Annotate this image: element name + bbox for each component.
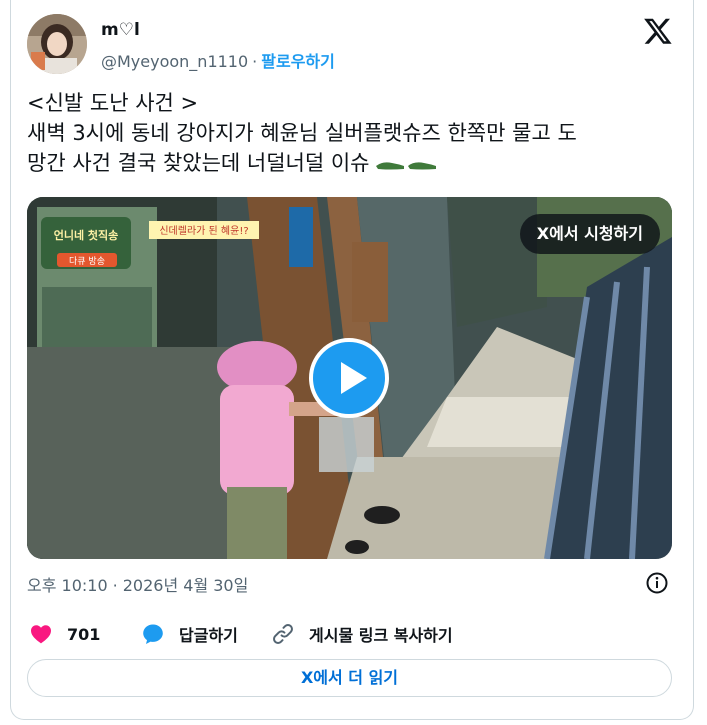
separator: · [112, 576, 118, 595]
author-name[interactable]: m♡l [101, 20, 140, 40]
action-bar: 701 답글하기 게시물 링크 복사하기 [27, 620, 677, 648]
video-player[interactable]: 언니네 첫직송 다큐 방송 신데렐라가 된 혜윤!? X에서 시청하기 [27, 197, 672, 559]
separator: · [252, 52, 258, 71]
like-button[interactable]: 701 [29, 620, 100, 648]
reply-label: 답글하기 [179, 626, 238, 645]
x-logo-icon[interactable] [643, 16, 673, 46]
play-icon [341, 362, 367, 394]
reply-icon [143, 624, 163, 644]
tweet-date: 2026년 4월 30일 [122, 576, 249, 595]
show-sub: 다큐 방송 [69, 256, 105, 267]
copy-link-label: 게시물 링크 복사하기 [309, 626, 453, 645]
tweet-header: m♡l @Myeyoon_n1110 · 팔로우하기 [27, 14, 677, 76]
play-button[interactable] [309, 338, 389, 418]
tweet-line-1: <신발 도난 사건 > [27, 91, 199, 115]
caption-badge: 신데렐라가 된 혜윤!? [159, 224, 248, 237]
author-handle[interactable]: @Myeyoon_n1110 [101, 52, 248, 71]
read-more-button[interactable]: X에서 더 읽기 [27, 659, 672, 697]
copy-link-button[interactable]: 게시물 링크 복사하기 [271, 620, 453, 648]
tweet-card: m♡l @Myeyoon_n1110 · 팔로우하기 <신발 도난 사건 > 새벽 … [10, 0, 694, 720]
info-icon[interactable] [645, 571, 669, 595]
follow-button[interactable]: 팔로우하기 [261, 52, 335, 71]
heart-icon [31, 625, 51, 644]
tweet-line-3: 망간 사건 결국 찾았는데 너덜너덜 이슈 [27, 151, 370, 175]
link-icon [273, 624, 293, 644]
watch-on-x-button[interactable]: X에서 시청하기 [519, 214, 660, 254]
tweet-time: 오후 10:10 [27, 576, 108, 595]
tweet-timestamp[interactable]: 오후 10:10 · 2026년 4월 30일 [27, 572, 248, 596]
tweet-text: <신발 도난 사건 > 새벽 3시에 동네 강아지가 혜윤님 실버플랫슈즈 한쪽… [27, 88, 682, 179]
show-logo: 언니네 첫직송 [54, 228, 119, 242]
reply-button[interactable]: 답글하기 [141, 620, 238, 648]
flat-shoe-icon [374, 149, 440, 179]
tweet-line-2: 새벽 3시에 동네 강아지가 혜윤님 실버플랫슈즈 한쪽만 물고 도 [27, 121, 577, 145]
avatar[interactable] [27, 14, 87, 74]
avatar-image [27, 14, 87, 74]
handle-row: @Myeyoon_n1110 · 팔로우하기 [101, 48, 335, 72]
like-count: 701 [67, 624, 101, 644]
